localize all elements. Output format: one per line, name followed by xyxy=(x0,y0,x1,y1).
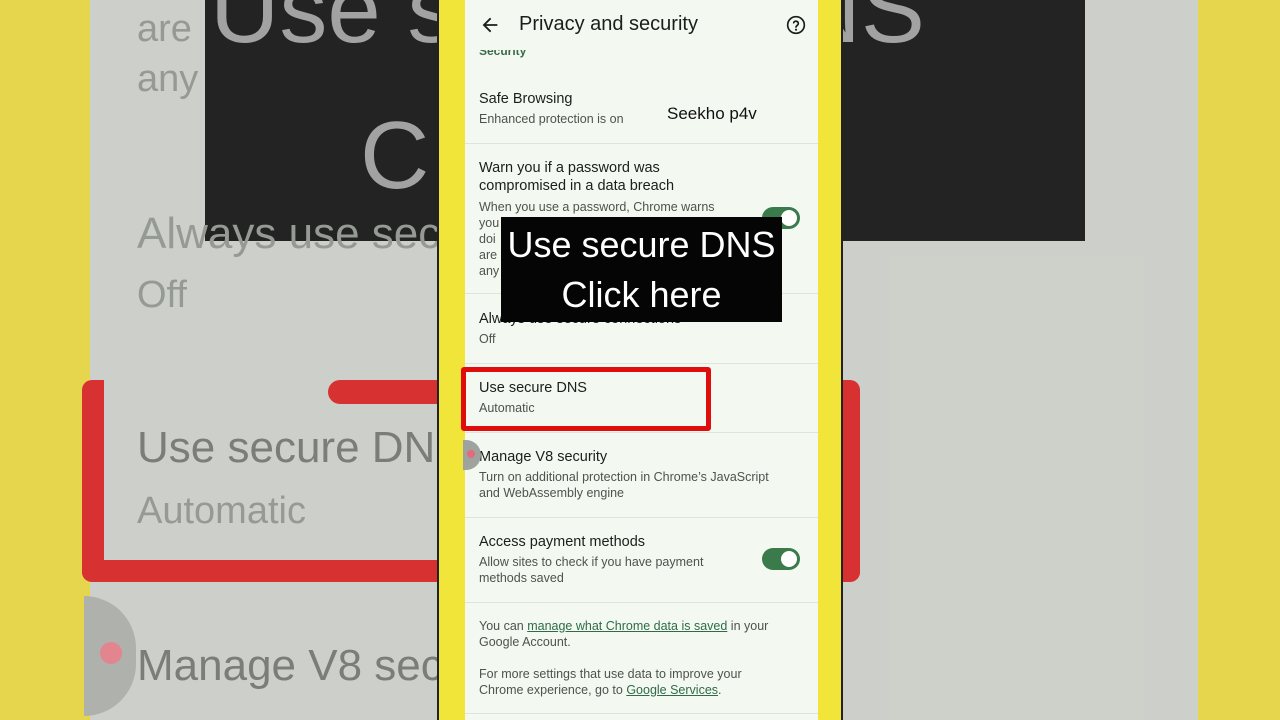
row-subtitle-line1: Turn on additional protection in Chrome’… xyxy=(479,470,769,484)
row-title: Access payment methods xyxy=(479,534,646,550)
help-circle-icon[interactable] xyxy=(786,15,806,35)
toggle-knob xyxy=(781,551,797,567)
touch-indicator-dot xyxy=(467,450,475,458)
instruction-callout: Use secure DNS Click here xyxy=(501,217,782,322)
footer-text: Chrome experience, go to xyxy=(479,683,627,697)
row-subtitle-line1: When you use a password, Chrome warns xyxy=(479,200,715,214)
phone-frame: Privacy and security Security Safe Brows… xyxy=(437,0,843,720)
callout-line2: Click here xyxy=(561,274,722,315)
row-subtitle-line4: are xyxy=(479,248,498,262)
row-subtitle: Off xyxy=(479,332,496,346)
row-subtitle: Enhanced protection is on xyxy=(479,112,624,126)
callout-line1: Use secure DNS xyxy=(507,224,776,265)
row-subtitle-line5: any xyxy=(479,264,500,278)
row-subtitle-line1: Allow sites to check if you have payment xyxy=(479,555,704,569)
toggle-knob xyxy=(781,210,797,226)
row-title-line1: Warn you if a password was xyxy=(479,160,660,176)
watermark-text: Seekho p4v xyxy=(667,104,757,123)
row-access-payment-methods[interactable]: Access payment methods Allow sites to ch… xyxy=(465,518,818,603)
row-subtitle-line2: and WebAssembly engine xyxy=(479,486,624,500)
row-title: Safe Browsing xyxy=(479,91,573,107)
row-subtitle-line2: methods saved xyxy=(479,571,564,585)
page-title: Privacy and security xyxy=(519,13,698,35)
row-title: Use secure DNS xyxy=(479,380,587,396)
phone-frame-left xyxy=(437,0,465,720)
phone-frame-right xyxy=(818,0,843,720)
payment-methods-toggle[interactable] xyxy=(762,548,800,570)
footer-manage-data-line2: Google Account. xyxy=(479,635,571,649)
row-title-line2: compromised in a data breach xyxy=(479,178,675,194)
row-subtitle: Automatic xyxy=(479,401,535,415)
footer-services-line1: For more settings that use data to impro… xyxy=(479,667,742,681)
row-title: Manage V8 security xyxy=(479,449,608,465)
divider xyxy=(465,713,818,714)
manage-chrome-data-link[interactable]: manage what Chrome data is saved xyxy=(527,619,727,633)
footer-manage-data: You can manage what Chrome data is saved… xyxy=(479,618,799,634)
row-manage-v8-security[interactable]: Manage V8 security Turn on additional pr… xyxy=(465,433,818,518)
row-safe-browsing[interactable]: Safe Browsing Enhanced protection is on … xyxy=(465,76,818,144)
footer-text: You can xyxy=(479,619,528,633)
arrow-back-icon[interactable] xyxy=(479,14,501,36)
google-services-link[interactable]: Google Services xyxy=(626,683,718,697)
row-use-secure-dns[interactable]: Use secure DNS Automatic xyxy=(465,364,818,433)
footer-text: . xyxy=(718,683,722,697)
settings-screen: Privacy and security Security Safe Brows… xyxy=(465,0,818,720)
footer-services-line2: Chrome experience, go to Google Services… xyxy=(479,682,799,698)
row-subtitle-line2: you xyxy=(479,216,500,230)
app-bar: Privacy and security xyxy=(465,0,818,50)
row-subtitle-line3: doi xyxy=(479,232,496,246)
footer-text: in your xyxy=(727,619,769,633)
